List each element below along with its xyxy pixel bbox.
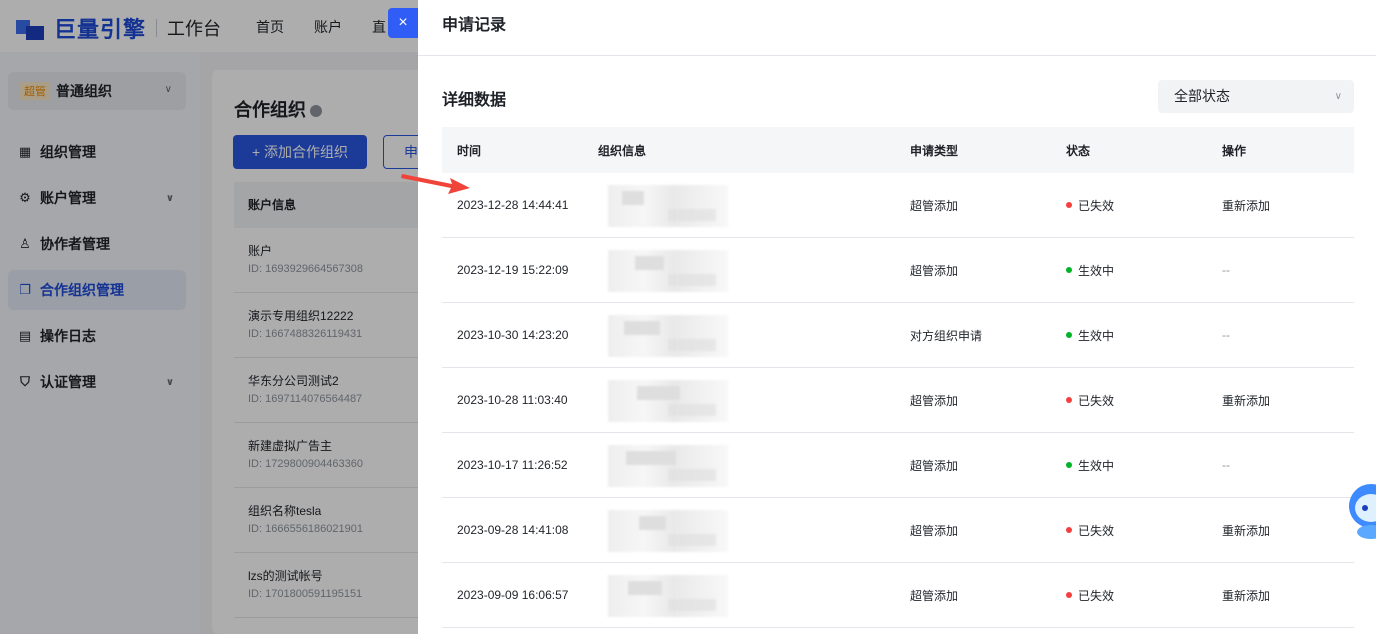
status-dot-icon — [1066, 332, 1072, 338]
cell-time: 2023-09-28 14:41:08 — [457, 523, 569, 537]
modal-overlay[interactable] — [0, 0, 418, 634]
cell-status: 生效中 — [1066, 457, 1222, 474]
cell-status: 已失效 — [1066, 197, 1222, 214]
status-dot-icon — [1066, 462, 1072, 468]
cell-type: 超管添加 — [910, 198, 959, 213]
column-header-org-info: 组织信息 — [598, 143, 647, 158]
drawer-title: 申请记录 — [418, 0, 1376, 56]
cell-time: 2023-09-09 16:06:57 — [457, 588, 569, 602]
status-filter-select[interactable]: 全部状态 ∨ — [1158, 80, 1354, 113]
records-table: 时间 组织信息 申请类型 状态 操作 2023-12-28 14:44:41 超管… — [442, 127, 1354, 628]
cell-status: 已失效 — [1066, 392, 1222, 409]
blurred-org-info — [608, 185, 728, 227]
cell-time: 2023-12-19 15:22:09 — [457, 263, 569, 277]
readd-link[interactable]: 重新添加 — [1222, 392, 1354, 409]
cell-type: 超管添加 — [910, 523, 959, 538]
column-header-type: 申请类型 — [910, 143, 959, 158]
cell-status: 已失效 — [1066, 587, 1222, 604]
table-row: 2023-10-28 11:03:40 超管添加 已失效 重新添加 — [442, 368, 1354, 433]
cell-type: 对方组织申请 — [910, 328, 983, 343]
status-badge: 已失效 — [1078, 588, 1115, 603]
status-dot-icon — [1066, 397, 1072, 403]
cell-status: 生效中 — [1066, 327, 1222, 344]
cell-type: 超管添加 — [910, 458, 959, 473]
action-placeholder: -- — [1222, 263, 1230, 277]
action-placeholder: -- — [1222, 458, 1230, 472]
column-header-status: 状态 — [1066, 143, 1091, 158]
cell-type: 超管添加 — [910, 393, 959, 408]
cell-org-info — [598, 498, 910, 562]
readd-link[interactable]: 重新添加 — [1222, 197, 1354, 214]
readd-link[interactable]: 重新添加 — [1222, 522, 1354, 539]
blurred-org-info — [608, 380, 728, 422]
assistant-bot-icon[interactable] — [1345, 470, 1376, 540]
status-badge: 生效中 — [1078, 458, 1115, 473]
table-row: 2023-12-28 14:44:41 超管添加 已失效 重新添加 — [442, 173, 1354, 238]
status-dot-icon — [1066, 267, 1072, 273]
status-badge: 生效中 — [1078, 263, 1115, 278]
status-badge: 生效中 — [1078, 328, 1115, 343]
cell-type: 超管添加 — [910, 263, 959, 278]
cell-status: 生效中 — [1066, 262, 1222, 279]
cell-time: 2023-12-28 14:44:41 — [457, 198, 569, 212]
blurred-org-info — [608, 445, 728, 487]
blurred-org-info — [608, 575, 728, 617]
cell-type: 超管添加 — [910, 588, 959, 603]
blurred-org-info — [608, 315, 728, 357]
cell-time: 2023-10-30 14:23:20 — [457, 328, 569, 342]
cell-org-info — [598, 238, 910, 302]
cell-org-info — [598, 173, 910, 237]
table-row: 2023-12-19 15:22:09 超管添加 生效中 -- — [442, 238, 1354, 303]
status-filter-value: 全部状态 — [1174, 88, 1230, 104]
cell-time: 2023-10-28 11:03:40 — [457, 393, 568, 407]
chevron-down-icon: ∨ — [1334, 91, 1342, 102]
status-badge: 已失效 — [1078, 198, 1115, 213]
readd-link[interactable]: 重新添加 — [1222, 587, 1354, 604]
column-header-time: 时间 — [457, 143, 482, 158]
cell-status: 已失效 — [1066, 522, 1222, 539]
status-badge: 已失效 — [1078, 523, 1115, 538]
table-row: 2023-09-28 14:41:08 超管添加 已失效 重新添加 — [442, 498, 1354, 563]
status-dot-icon — [1066, 592, 1072, 598]
cell-org-info — [598, 433, 910, 497]
action-placeholder: -- — [1222, 328, 1230, 342]
status-dot-icon — [1066, 202, 1072, 208]
status-badge: 已失效 — [1078, 393, 1115, 408]
table-row: 2023-09-09 16:06:57 超管添加 已失效 重新添加 — [442, 563, 1354, 628]
status-dot-icon — [1066, 527, 1072, 533]
table-header: 时间 组织信息 申请类型 状态 操作 — [442, 127, 1354, 173]
cell-org-info — [598, 368, 910, 432]
table-row: 2023-10-17 11:26:52 超管添加 生效中 -- — [442, 433, 1354, 498]
blurred-org-info — [608, 510, 728, 552]
application-records-drawer: 申请记录 详细数据 全部状态 ∨ 时间 组织信息 申请类型 状态 操作 2023… — [418, 0, 1376, 634]
section-title: 详细数据 — [442, 92, 507, 109]
blurred-org-info — [608, 250, 728, 292]
annotation-arrow-icon — [401, 174, 470, 194]
close-icon: × — [398, 14, 408, 31]
column-header-action: 操作 — [1222, 143, 1247, 158]
cell-org-info — [598, 563, 910, 627]
cell-org-info — [598, 303, 910, 367]
close-drawer-button[interactable]: × — [388, 8, 418, 38]
cell-time: 2023-10-17 11:26:52 — [457, 458, 568, 472]
table-row: 2023-10-30 14:23:20 对方组织申请 生效中 -- — [442, 303, 1354, 368]
